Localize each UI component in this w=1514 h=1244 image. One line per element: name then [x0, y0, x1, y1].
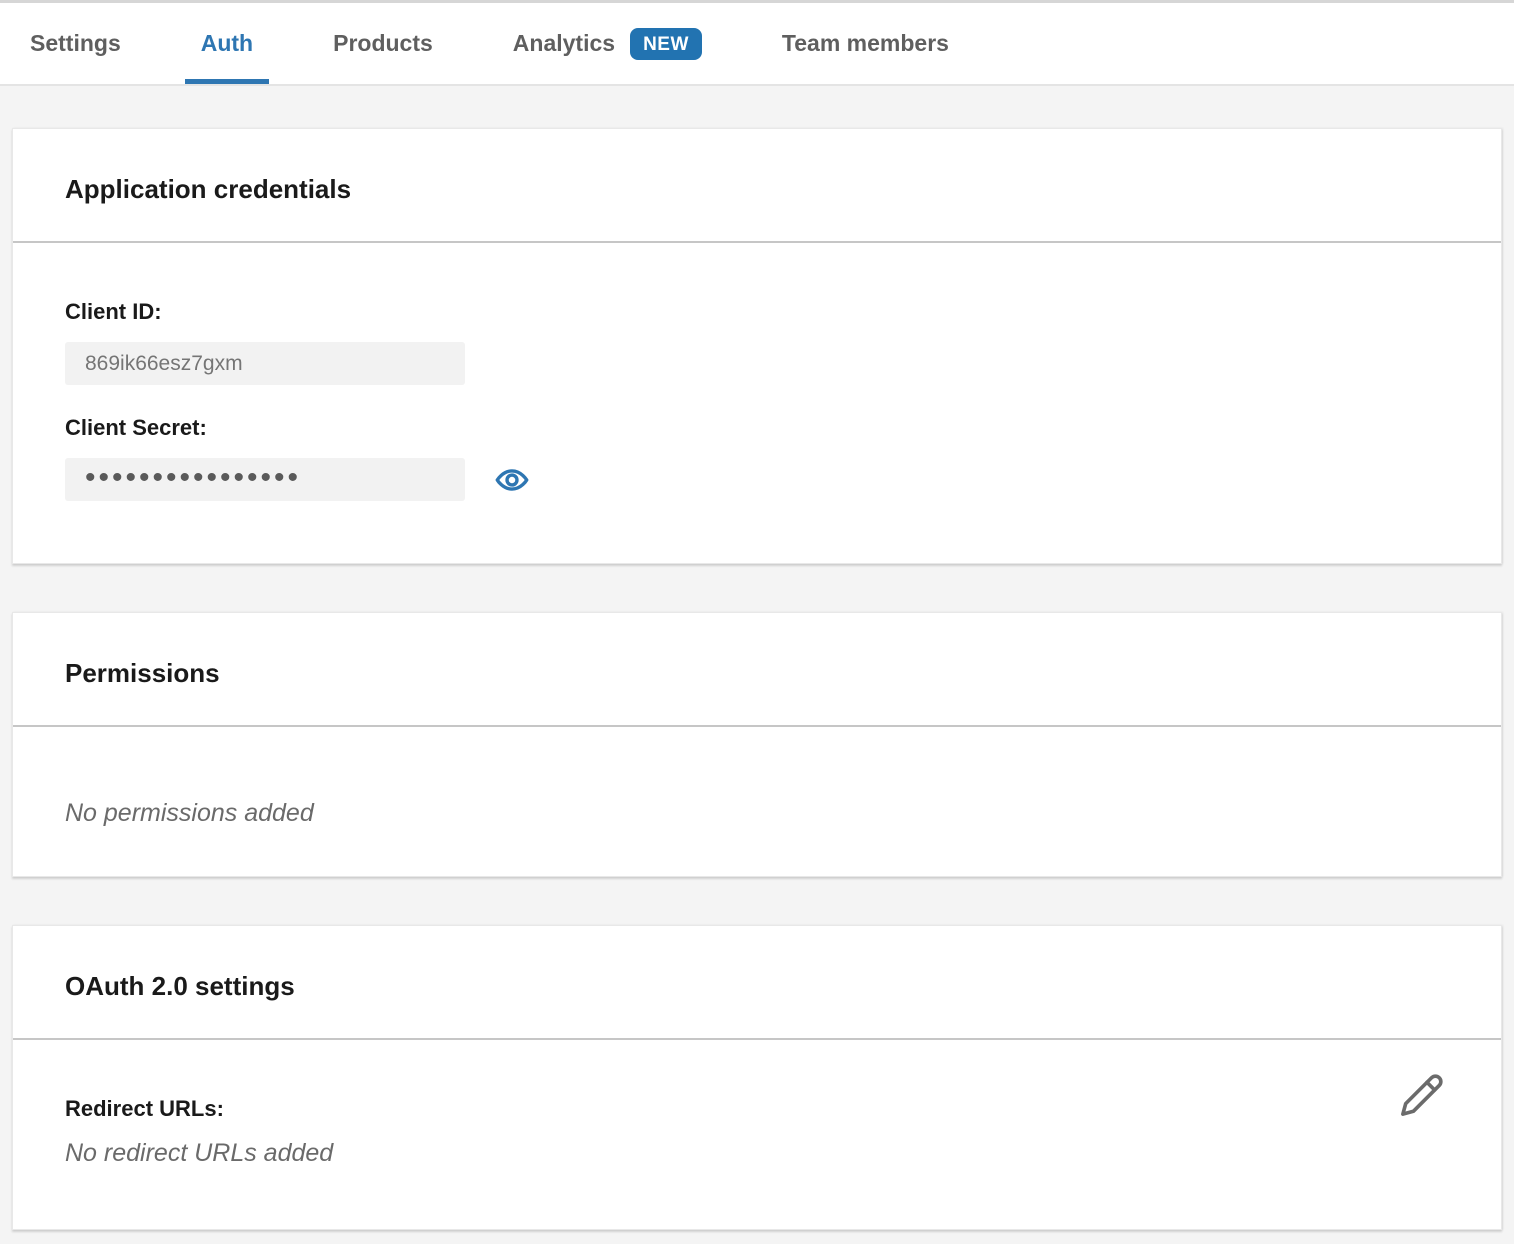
permissions-body: No permissions added — [13, 727, 1501, 876]
tab-label: Settings — [30, 30, 121, 57]
card-header: Permissions — [13, 613, 1501, 727]
card-header: OAuth 2.0 settings — [13, 926, 1501, 1040]
card-title: OAuth 2.0 settings — [65, 971, 1449, 1001]
tab-products[interactable]: Products — [333, 3, 433, 84]
client-secret-row: •••••••••••••••• — [65, 458, 1449, 501]
reveal-secret-button[interactable] — [495, 463, 529, 497]
tab-auth[interactable]: Auth — [201, 3, 253, 84]
client-secret-field[interactable]: •••••••••••••••• — [65, 458, 465, 501]
tab-label: Team members — [782, 30, 949, 57]
card-header: Application credentials — [13, 129, 1501, 243]
oauth-settings-card: OAuth 2.0 settings Redirect URLs: No red… — [12, 925, 1502, 1230]
client-id-field[interactable]: 869ik66esz7gxm — [65, 342, 465, 385]
client-secret-label: Client Secret: — [65, 415, 1449, 441]
tab-label: Analytics — [513, 30, 615, 57]
client-id-value: 869ik66esz7gxm — [85, 352, 243, 376]
tab-label: Auth — [201, 30, 253, 57]
redirect-urls-label: Redirect URLs: — [65, 1096, 1449, 1122]
pencil-icon — [1399, 1072, 1445, 1118]
no-redirect-urls-text: No redirect URLs added — [65, 1139, 333, 1167]
application-credentials-card: Application credentials Client ID: 869ik… — [12, 128, 1502, 564]
new-badge: NEW — [630, 28, 702, 60]
oauth-body: Redirect URLs: No redirect URLs added — [13, 1040, 1501, 1229]
eye-icon — [495, 463, 529, 497]
tab-team-members[interactable]: Team members — [782, 3, 949, 84]
permissions-card: Permissions No permissions added — [12, 612, 1502, 877]
tab-analytics[interactable]: Analytics NEW — [513, 3, 702, 84]
client-secret-masked-value: •••••••••••••••• — [85, 463, 301, 493]
app-tab-bar: Settings Auth Products Analytics NEW Tea… — [0, 3, 1514, 86]
tab-settings[interactable]: Settings — [30, 3, 121, 84]
edit-redirect-urls-button[interactable] — [1399, 1072, 1445, 1118]
card-title: Permissions — [65, 658, 1449, 688]
no-permissions-text: No permissions added — [65, 799, 314, 827]
card-title: Application credentials — [65, 174, 1449, 204]
tab-label: Products — [333, 30, 433, 57]
client-id-label: Client ID: — [65, 299, 1449, 325]
credentials-body: Client ID: 869ik66esz7gxm Client Secret:… — [13, 243, 1501, 563]
